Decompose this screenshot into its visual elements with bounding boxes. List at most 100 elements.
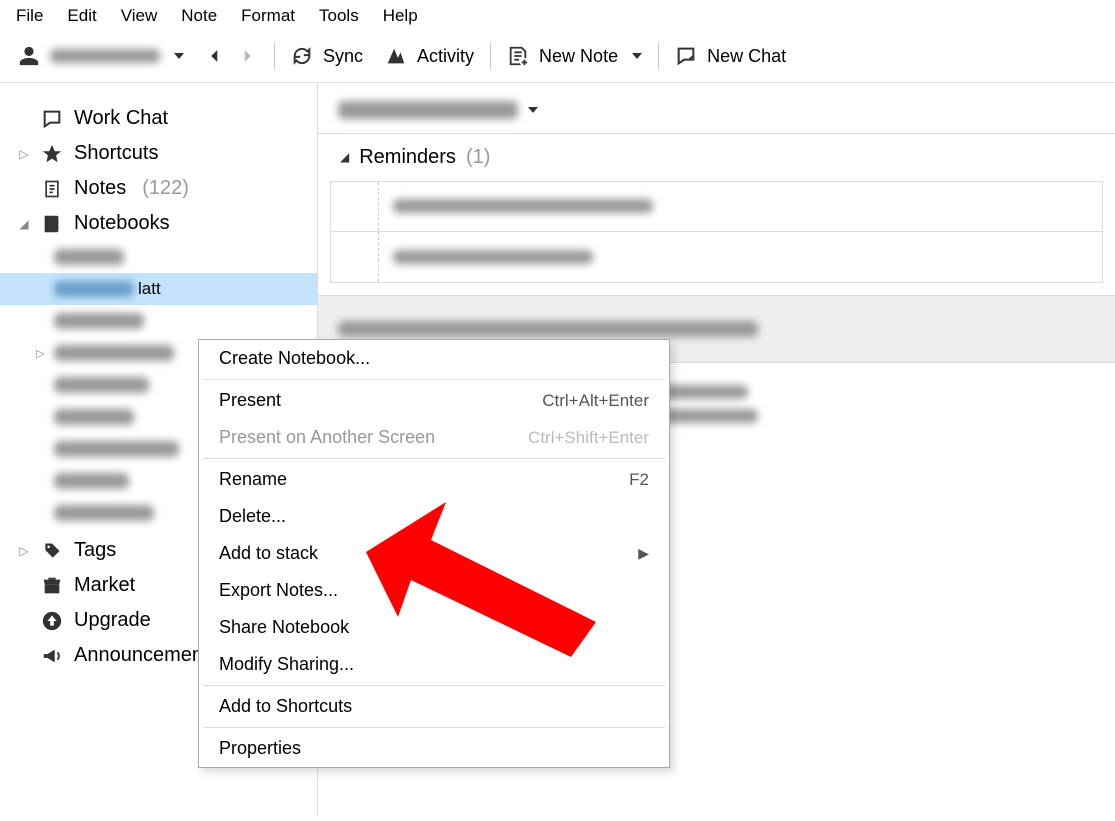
sidebar-item-label: Tags (74, 539, 116, 562)
notebook-item[interactable] (0, 241, 317, 273)
menu-edit[interactable]: Edit (67, 6, 96, 26)
notebook-name-redacted (54, 249, 124, 265)
nav-forward-button[interactable] (236, 45, 258, 67)
sidebar-notebooks[interactable]: ◢ Notebooks (0, 206, 317, 241)
menu-create-notebook[interactable]: Create Notebook... (199, 340, 669, 377)
notebook-name-redacted (54, 377, 149, 393)
sidebar-item-label: Notebooks (74, 212, 170, 235)
sidebar-item-label: Upgrade (74, 609, 151, 632)
menu-label: Present (219, 390, 281, 411)
tag-icon (40, 541, 64, 561)
reminders-toggle[interactable]: ◢ Reminders (1) (318, 134, 1115, 181)
reminder-row[interactable] (331, 182, 1102, 232)
menu-label: Export Notes... (219, 580, 338, 601)
menu-note[interactable]: Note (181, 6, 217, 26)
reminders-label: Reminders (359, 146, 456, 169)
new-note-icon (507, 45, 529, 67)
reminder-handle[interactable] (331, 182, 379, 231)
sidebar-item-label: Announcements (74, 644, 219, 667)
notebook-name-redacted (54, 281, 134, 297)
sidebar-item-label: Notes (74, 177, 126, 200)
notebook-suffix: latt (138, 279, 161, 299)
chat-icon (675, 45, 697, 67)
account-dropdown[interactable] (18, 45, 184, 67)
reminder-text-redacted (393, 250, 593, 264)
menu-separator (203, 379, 665, 380)
activity-label: Activity (417, 46, 474, 67)
reminder-row[interactable] (331, 232, 1102, 282)
notebook-icon (40, 213, 64, 235)
toolbar-separator (490, 42, 491, 70)
menu-label: Delete... (219, 506, 286, 527)
menu-file[interactable]: File (16, 6, 43, 26)
toolbar-separator (658, 42, 659, 70)
menu-properties[interactable]: Properties (199, 730, 669, 767)
note-title-redacted (338, 321, 758, 337)
toolbar: Sync Activity New Note New Chat (0, 34, 1115, 83)
new-note-label: New Note (539, 46, 618, 67)
menu-add-to-shortcuts[interactable]: Add to Shortcuts (199, 688, 669, 725)
toolbar-separator (274, 42, 275, 70)
menu-delete[interactable]: Delete... (199, 498, 669, 535)
reminders-list (330, 181, 1103, 283)
notebook-name-redacted (54, 313, 144, 329)
menu-label: Share Notebook (219, 617, 349, 638)
notes-count: (122) (142, 177, 189, 200)
menu-view[interactable]: View (121, 6, 158, 26)
collapse-triangle-icon: ◢ (340, 150, 349, 164)
sync-label: Sync (323, 46, 363, 67)
expand-triangle-icon: ◢ (18, 217, 30, 231)
market-icon (40, 575, 64, 597)
menu-label: Modify Sharing... (219, 654, 354, 675)
menu-label: Create Notebook... (219, 348, 370, 369)
reminders-section: ◢ Reminders (1) (318, 134, 1115, 296)
menu-shortcut: Ctrl+Alt+Enter (542, 391, 649, 411)
chevron-down-icon (632, 53, 642, 59)
menu-tools[interactable]: Tools (319, 6, 359, 26)
megaphone-icon (40, 645, 64, 667)
menu-modify-sharing[interactable]: Modify Sharing... (199, 646, 669, 683)
chevron-down-icon (528, 107, 538, 113)
notebook-title-dropdown[interactable] (318, 83, 1115, 134)
menu-label: Add to Shortcuts (219, 696, 352, 717)
menu-separator (203, 458, 665, 459)
notebook-name-redacted (54, 409, 134, 425)
menu-bar: File Edit View Note Format Tools Help (0, 0, 1115, 34)
menu-present[interactable]: Present Ctrl+Alt+Enter (199, 382, 669, 419)
menu-share-notebook[interactable]: Share Notebook (199, 609, 669, 646)
reminders-count: (1) (466, 146, 490, 169)
activity-button[interactable]: Activity (385, 45, 474, 67)
reminder-handle[interactable] (331, 232, 379, 282)
menu-add-to-stack[interactable]: Add to stack ▶ (199, 535, 669, 572)
menu-label: Add to stack (219, 543, 318, 564)
expand-triangle-icon: ▷ (18, 544, 30, 558)
notebook-item-selected[interactable]: latt (0, 273, 317, 305)
submenu-arrow-icon: ▶ (638, 545, 649, 562)
account-name-redacted (50, 49, 160, 63)
sidebar-item-label: Work Chat (74, 107, 168, 130)
menu-format[interactable]: Format (241, 6, 295, 26)
nav-back-button[interactable] (204, 45, 226, 67)
sidebar-shortcuts[interactable]: ▷ Shortcuts (0, 136, 317, 171)
menu-export-notes[interactable]: Export Notes... (199, 572, 669, 609)
expand-triangle-icon: ▷ (18, 147, 30, 161)
note-icon (40, 178, 64, 200)
reminder-text-redacted (393, 199, 653, 213)
sync-button[interactable]: Sync (291, 45, 363, 67)
sidebar-notes[interactable]: Notes (122) (0, 171, 317, 206)
context-menu: Create Notebook... Present Ctrl+Alt+Ente… (198, 339, 670, 768)
new-chat-button[interactable]: New Chat (675, 45, 786, 67)
sidebar-work-chat[interactable]: Work Chat (0, 101, 317, 136)
new-chat-label: New Chat (707, 46, 786, 67)
notebook-title-redacted (338, 101, 518, 119)
notebook-item[interactable] (0, 305, 317, 337)
menu-label: Present on Another Screen (219, 427, 435, 448)
menu-separator (203, 685, 665, 686)
menu-rename[interactable]: Rename F2 (199, 461, 669, 498)
notebook-name-redacted (54, 441, 179, 457)
menu-help[interactable]: Help (383, 6, 418, 26)
expand-triangle-icon: ▷ (36, 347, 44, 360)
menu-shortcut: Ctrl+Shift+Enter (528, 428, 649, 448)
new-note-button[interactable]: New Note (507, 45, 642, 67)
menu-present-another: Present on Another Screen Ctrl+Shift+Ent… (199, 419, 669, 456)
